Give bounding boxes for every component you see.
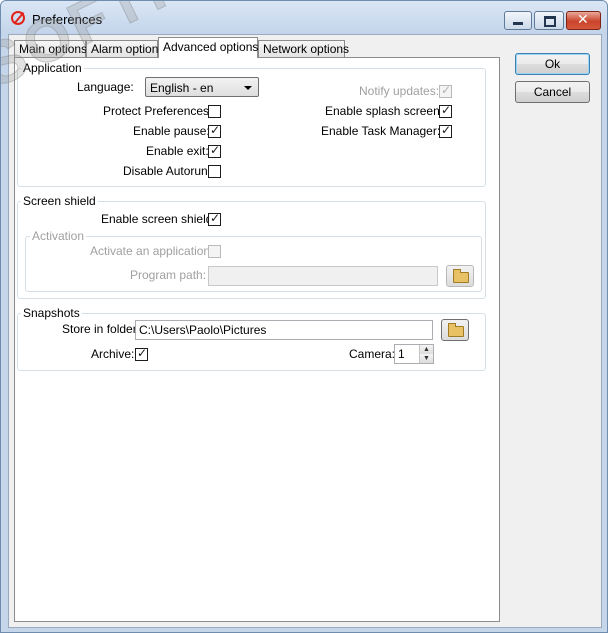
language-dropdown[interactable]: English - en <box>145 77 259 97</box>
tab-network-options[interactable]: Network options <box>258 40 349 57</box>
close-button[interactable]: ✕ <box>566 11 601 30</box>
preferences-window: Preferences ✕ Main options Alarm options… <box>0 0 608 633</box>
tab-advanced-options[interactable]: Advanced options <box>158 37 258 58</box>
minimize-icon <box>513 22 523 25</box>
notify-updates-label: Notify updates: <box>359 84 440 98</box>
cancel-button[interactable]: Cancel <box>515 81 590 103</box>
activate-application-checkbox[interactable] <box>208 245 221 258</box>
language-label: Language: <box>77 80 134 94</box>
screen-shield-group-label: Screen shield <box>21 194 98 208</box>
camera-label: Camera: <box>349 347 396 361</box>
archive-label: Archive: <box>91 347 135 361</box>
advanced-options-panel: Application Language: English - en Prote… <box>14 57 500 622</box>
program-path-label: Program path: <box>130 268 207 282</box>
checkmark-icon: ✓ <box>441 83 452 97</box>
enable-splash-screen-label: Enable splash screen: <box>325 104 444 118</box>
enable-screen-shield-label: Enable screen shield: <box>101 212 216 226</box>
store-in-folder-label: Store in folder: <box>62 322 141 336</box>
enable-exit-checkbox[interactable]: ✓ <box>208 143 221 158</box>
snapshots-group-label: Snapshots <box>21 306 82 320</box>
window-title: Preferences <box>32 12 103 27</box>
tab-main-options[interactable]: Main options <box>14 40 87 57</box>
enable-screen-shield-checkbox[interactable]: ✓ <box>208 211 221 226</box>
checkmark-icon: ✓ <box>137 346 148 360</box>
maximize-icon <box>544 16 556 27</box>
notify-updates-checkbox[interactable]: ✓ <box>439 83 452 98</box>
dialog-client-area: Main options Alarm options Advanced opti… <box>8 34 602 628</box>
program-path-browse-button[interactable] <box>446 265 474 287</box>
folder-icon <box>453 269 469 283</box>
protect-preferences-checkbox[interactable] <box>208 105 221 118</box>
enable-exit-label: Enable exit: <box>146 144 209 158</box>
no-entry-icon <box>11 11 25 25</box>
folder-icon <box>448 323 464 337</box>
activation-group-label: Activation <box>30 229 87 243</box>
spin-down-icon[interactable]: ▼ <box>419 354 433 363</box>
store-folder-field[interactable]: C:\Users\Paolo\Pictures <box>135 320 433 340</box>
close-icon: ✕ <box>577 11 589 27</box>
protect-preferences-label: Protect Preferences: <box>103 104 213 118</box>
camera-value: 1 <box>398 347 405 361</box>
enable-pause-checkbox[interactable]: ✓ <box>208 123 221 138</box>
chevron-down-icon <box>244 86 252 90</box>
spin-up-icon[interactable]: ▲ <box>419 345 433 354</box>
activate-application-label: Activate an application: <box>90 244 214 258</box>
title-bar[interactable]: Preferences ✕ <box>1 1 607 35</box>
maximize-button[interactable] <box>534 11 564 30</box>
camera-spinner[interactable]: 1 ▲ ▼ <box>394 344 434 364</box>
disable-autorun-checkbox[interactable] <box>208 165 221 178</box>
enable-pause-label: Enable pause: <box>133 124 210 138</box>
language-value: English - en <box>150 81 214 95</box>
minimize-button[interactable] <box>504 11 532 30</box>
checkmark-icon: ✓ <box>210 123 221 137</box>
program-path-field[interactable] <box>208 266 438 286</box>
checkmark-icon: ✓ <box>441 123 452 137</box>
checkmark-icon: ✓ <box>441 103 452 117</box>
disable-autorun-label: Disable Autorun: <box>123 164 212 178</box>
archive-checkbox[interactable]: ✓ <box>135 346 148 361</box>
application-group-label: Application <box>21 61 84 75</box>
checkmark-icon: ✓ <box>210 211 221 225</box>
ok-button[interactable]: Ok <box>515 53 590 75</box>
tab-alarm-options[interactable]: Alarm options <box>86 40 164 57</box>
enable-splash-screen-checkbox[interactable]: ✓ <box>439 103 452 118</box>
enable-task-manager-label: Enable Task Manager: <box>321 124 441 138</box>
enable-task-manager-checkbox[interactable]: ✓ <box>439 123 452 138</box>
store-folder-browse-button[interactable] <box>441 319 469 341</box>
checkmark-icon: ✓ <box>210 143 221 157</box>
